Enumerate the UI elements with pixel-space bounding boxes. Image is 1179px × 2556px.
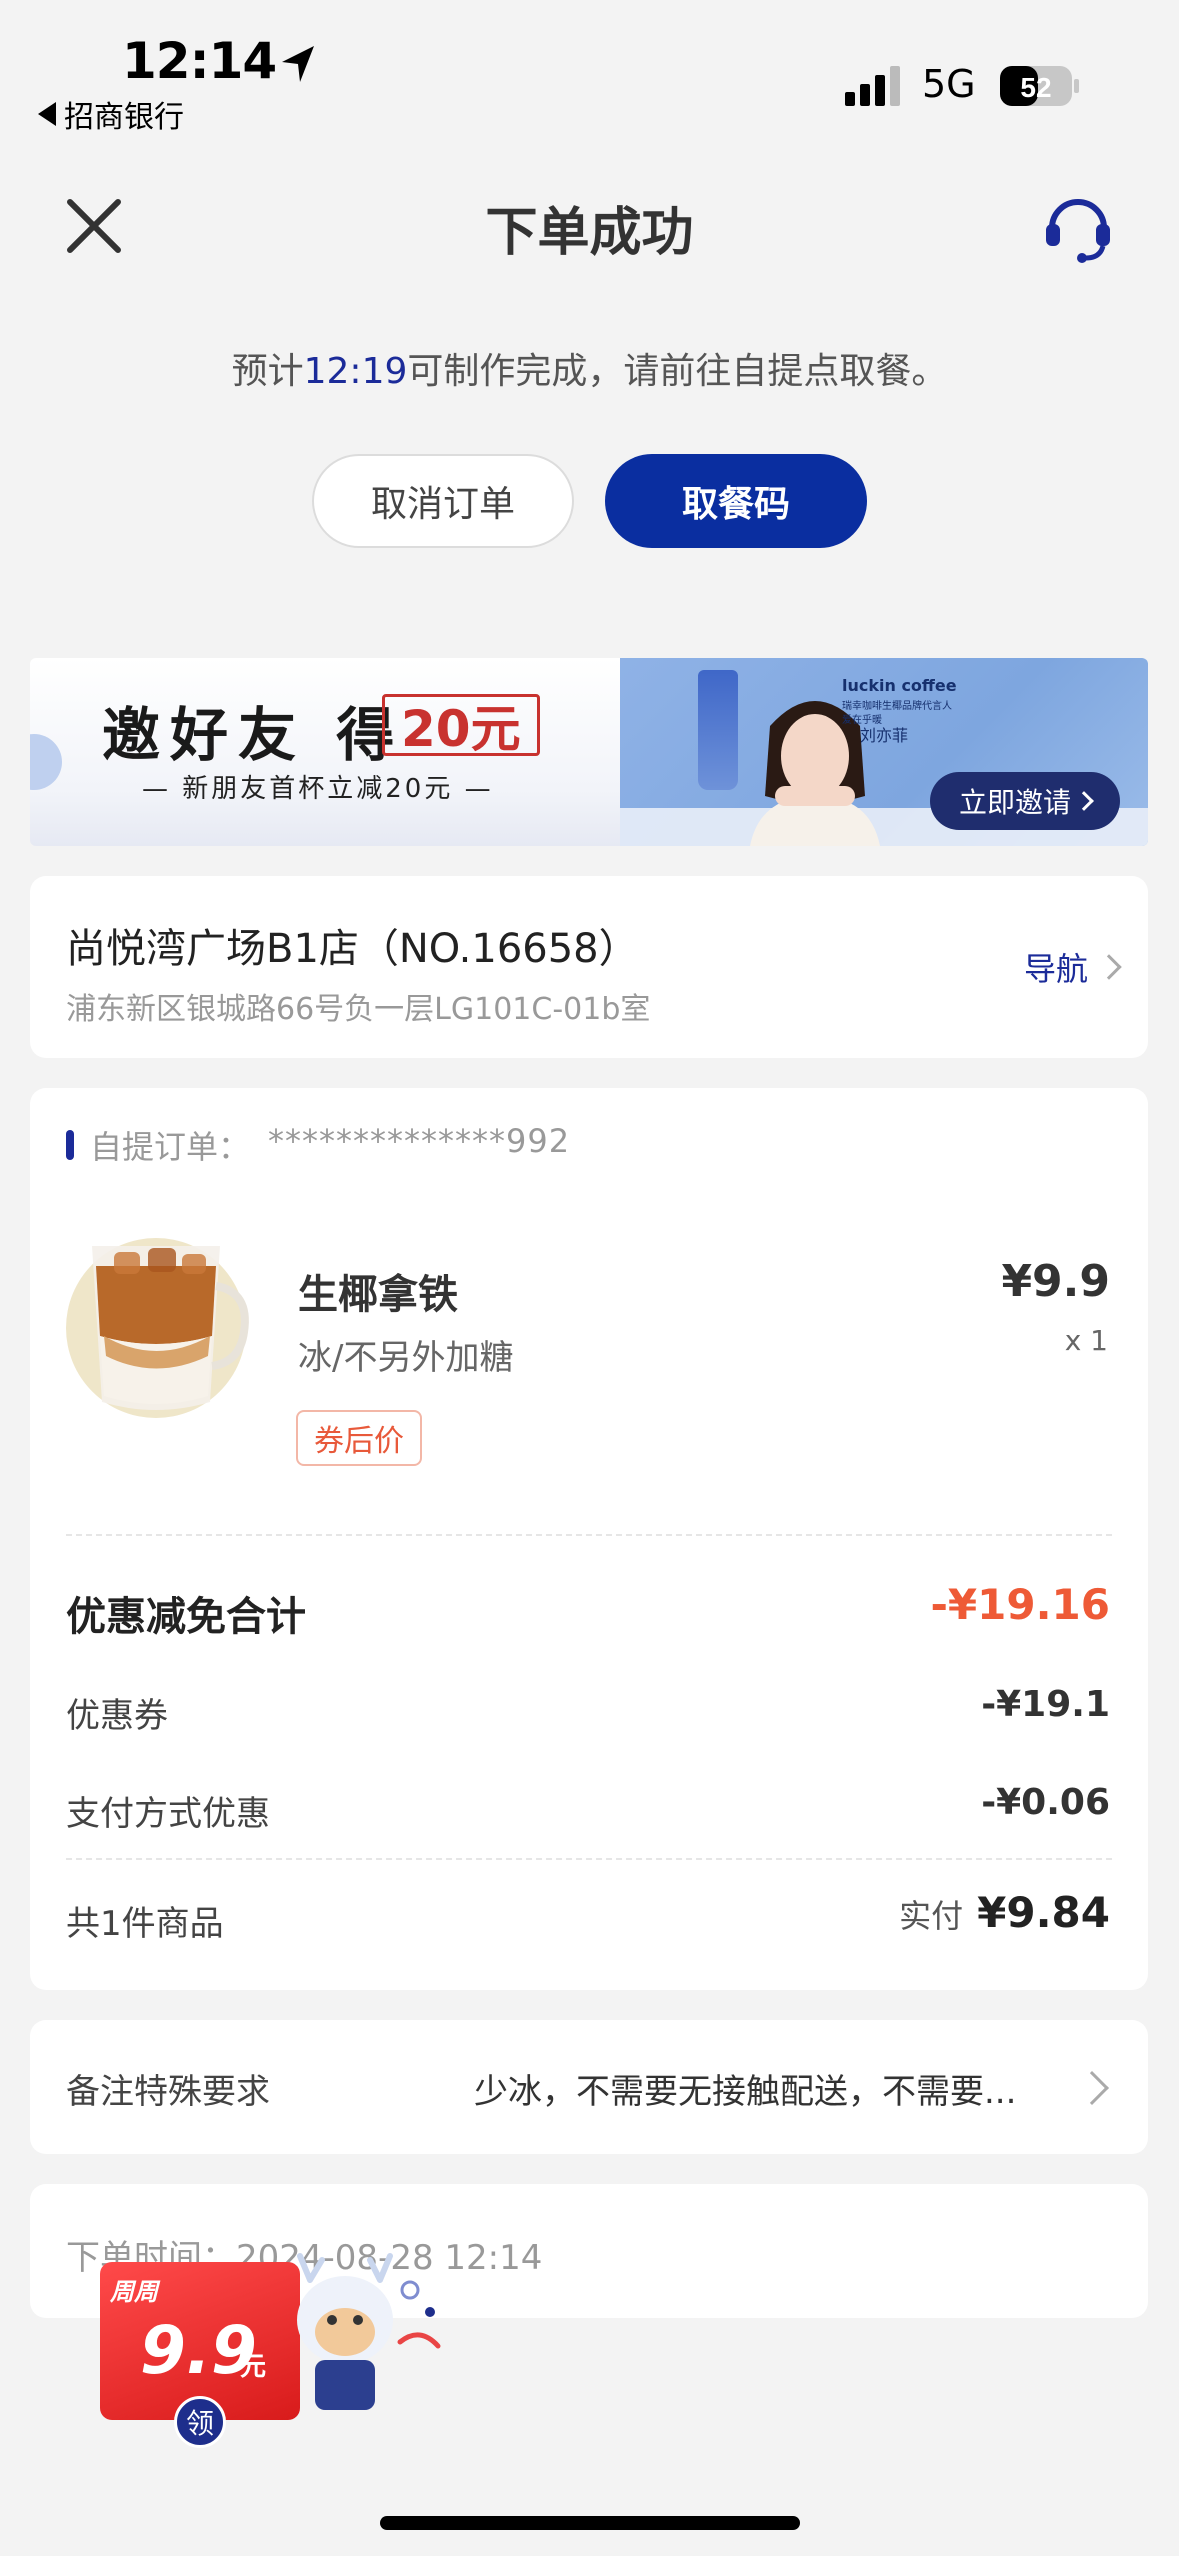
banner-amount: 20元 [382,694,540,758]
chevron-right-icon [1075,2071,1109,2105]
payment-discount-value: -¥0.06 [981,1782,1110,1823]
pickup-notice: 预计12:19可制作完成，请前往自提点取餐。 [0,342,1179,394]
chevron-right-icon [1074,791,1094,811]
store-address: 浦东新区银城路66号负一层LG101C-01b室 [66,992,651,1027]
product-quantity: x 1 [1064,1324,1108,1357]
navigate-label: 导航 [1023,950,1088,988]
home-indicator[interactable] [380,2516,800,2530]
chevron-right-icon [1096,954,1122,980]
customer-service-headset-icon[interactable] [1040,188,1116,264]
coupon-label: 优惠券 [66,1696,168,1736]
banner-subtitle: — 新朋友首杯立减20元 — [142,774,494,804]
navigate-button[interactable]: 导航 [1023,944,1122,990]
order-card: 自提订单： **************992 生椰拿铁 冰/不另外加糖 券后价… [30,1088,1148,1990]
back-triangle-icon [38,102,56,126]
product-image [66,1238,249,1418]
notice-suffix: 可制作完成，请前往自提点取餐。 [407,351,948,392]
back-to-app[interactable]: 招商银行 [38,92,184,136]
discount-total-label: 优惠减免合计 [66,1594,306,1640]
coffee-cup-illustration [698,670,738,790]
remark-value: 少冰，不需要无接触配送，不需要... [474,2072,1017,2112]
back-app-label: 招商银行 [64,100,184,135]
remark-row[interactable]: 备注特殊要求 少冰，不需要无接触配送，不需要... [30,2020,1148,2154]
product-price: ¥9.9 [1001,1256,1110,1307]
divider [66,1534,1112,1536]
remark-label: 备注特殊要求 [66,2072,270,2112]
items-count: 共1件商品 [66,1904,224,1944]
battery-level: 52 [1020,72,1051,103]
location-arrow-icon [282,46,314,82]
deer-mascot-icon [297,2253,441,2410]
banner-decoration [30,734,62,790]
section-accent-bar [66,1130,74,1160]
battery-icon: 52 [1000,66,1079,106]
product-options: 冰/不另外加糖 [298,1338,514,1378]
store-card: 尚悦湾广场B1店（NO.16658） 浦东新区银城路66号负一层LG101C-0… [30,876,1148,1058]
paid-amount: 实付 ¥9.84 [899,1888,1110,1937]
coupon-price-tag: 券后价 [296,1410,422,1466]
payment-discount-label: 支付方式优惠 [66,1794,270,1834]
order-type-label: 自提订单： [90,1128,251,1166]
notice-prefix: 预计 [231,351,304,392]
pickup-code-button[interactable]: 取餐码 [605,454,867,548]
cellular-signal-icon [845,66,900,106]
promo-unit: 元 [240,2352,267,2382]
banner-brand-sub-line1: 瑞幸咖啡生椰品牌代言人 [842,701,952,712]
store-name: 尚悦湾广场B1店（NO.16658） [66,926,639,972]
banner-brand: luckin coffee [842,676,957,695]
order-number: **************992 [268,1122,571,1160]
page-title: 下单成功 [485,203,694,263]
invite-now-label: 立即邀请 [958,786,1071,819]
discount-total-value: -¥19.16 [930,1580,1110,1629]
divider [66,1858,1112,1860]
coupon-value: -¥19.1 [981,1684,1110,1725]
banner-title: 邀好友 得 [102,701,405,769]
paid-value: ¥9.84 [977,1888,1110,1937]
paid-label: 实付 [899,1897,964,1935]
banner-ambassador-name: 刘亦菲 [860,726,909,745]
cancel-order-button[interactable]: 取消订单 [312,454,574,548]
invite-now-button[interactable]: 立即邀请 [930,772,1120,830]
product-name: 生椰拿铁 [298,1272,458,1318]
promo-tag: 周周 [110,2278,158,2306]
promo-claim-button[interactable]: 领 [174,2396,226,2448]
invite-friend-banner[interactable]: 邀好友 得 20元 — 新朋友首杯立减20元 — luckin coffee 瑞… [30,658,1148,846]
network-type: 5G [922,62,976,106]
notice-time: 12:19 [303,351,408,392]
status-time: 12:14 [122,32,277,90]
